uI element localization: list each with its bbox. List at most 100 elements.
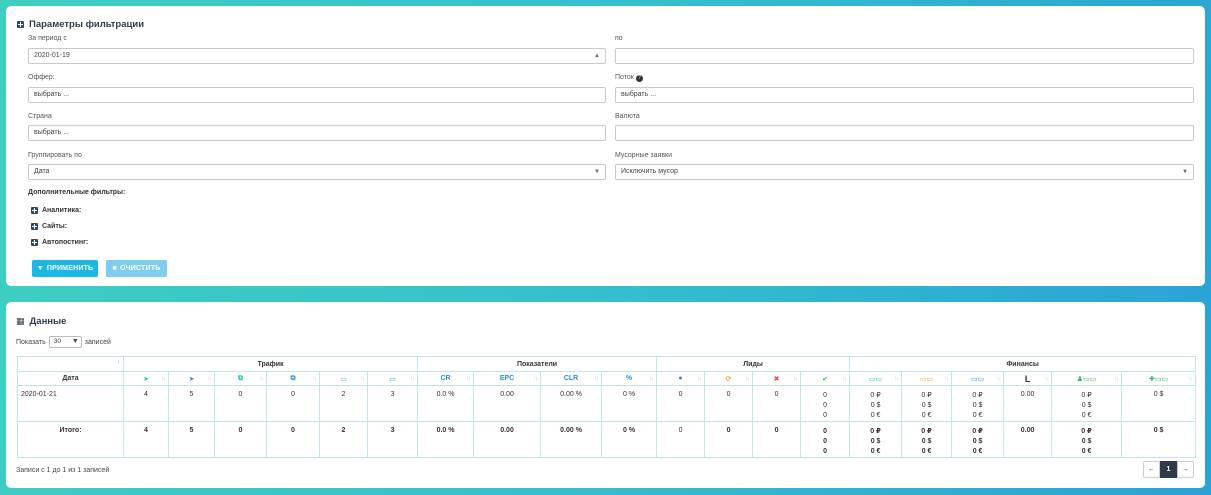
show-label: Показать <box>16 338 46 346</box>
thumbs-up-icon: ✔ <box>822 375 828 383</box>
stack-value: 0 ₽ <box>972 428 983 435</box>
period-from-input[interactable]: 2020-01-19 ▲ <box>28 48 606 64</box>
windows-icon: ⧉ <box>290 374 296 382</box>
extra-filter-autoposting[interactable]: Автопостинг: <box>31 239 88 246</box>
expand-plus-icon <box>17 21 24 28</box>
col-window-1[interactable]: ▭ ↑↓ <box>319 371 368 386</box>
stack-value: 0 € <box>921 448 932 455</box>
cell-lead: 0 <box>704 421 754 458</box>
col-leads-approved[interactable]: ✔ ↑↓ <box>800 371 851 386</box>
money-icon: ▭▭ <box>970 375 985 383</box>
filter-icon: ▼ <box>36 265 44 272</box>
offer-select[interactable]: выбрать ... <box>28 87 606 103</box>
next-page-button[interactable]: → <box>1177 461 1194 478</box>
currency-label: Валюта <box>615 113 640 120</box>
cell-finance-stack: 0 ₽ 0 $ 0 € <box>901 421 953 458</box>
stream-select[interactable]: выбрать ... <box>615 87 1194 103</box>
filters-title[interactable]: Параметры фильтрации <box>17 19 144 30</box>
col-epc[interactable]: EPC ↑↓ <box>473 371 542 386</box>
cell-traffic: 0 <box>266 421 320 458</box>
col-windows-2[interactable]: ⧉ ↑↓ <box>266 371 320 386</box>
col-date-label: Дата <box>62 375 79 382</box>
extra-filter-label: Автопостинг: <box>42 239 89 246</box>
prev-page-button[interactable]: ← <box>1143 461 1160 478</box>
extra-filter-analytics[interactable]: Аналитика: <box>31 207 81 214</box>
cell-lead: 0 <box>656 421 706 458</box>
country-placeholder: выбрать ... <box>34 129 70 136</box>
stack-value: 0 $ <box>1081 402 1092 409</box>
group-metrics: Показатели <box>417 356 658 372</box>
cursor-icon: ➤ <box>188 375 195 383</box>
stack-value: 0 ₽ <box>1081 428 1092 435</box>
stack-value: 0 <box>823 448 827 455</box>
cell-traffic: 5 <box>168 421 215 458</box>
help-icon[interactable]: ? <box>635 75 643 82</box>
col-percent[interactable]: % ↑↓ <box>601 371 658 386</box>
stack-value: 0 € <box>921 412 932 419</box>
col-leads-new[interactable]: ● ↑↓ <box>656 371 706 386</box>
stack-value: 0 <box>823 428 827 435</box>
stream-label-wrap: Поток? <box>615 74 643 82</box>
cell-lead: 0 <box>704 385 754 422</box>
trash-value: Исключить мусор <box>621 168 678 175</box>
clear-button[interactable]: ■ ОЧИСТИТЬ <box>106 260 167 277</box>
sort-icon: ↑↓ <box>944 375 949 382</box>
caret-down-icon: ▼ <box>71 338 79 345</box>
cell-finance: 0.00 <box>1003 385 1053 422</box>
page-size-select[interactable]: 30 ▼ <box>48 336 82 348</box>
col-clr[interactable]: CLR ↑↓ <box>540 371 603 386</box>
cell-lead: 0 <box>752 385 802 422</box>
col-percent-label: % <box>625 375 633 382</box>
col-windows-1[interactable]: ⧉ ↑↓ <box>214 371 267 386</box>
col-leads-hold[interactable]: ⟳ ↑↓ <box>704 371 754 386</box>
extra-filter-sites[interactable]: Сайты: <box>31 223 67 230</box>
cell-metric: 0 % <box>601 421 658 458</box>
col-cr[interactable]: CR ↑↓ <box>417 371 475 386</box>
sort-icon: ↑↓ <box>842 375 847 382</box>
col-fin-6[interactable]: ✚▭▭ ↑↓ <box>1121 371 1197 386</box>
refresh-icon: ⟳ <box>725 375 732 383</box>
col-fin-4[interactable]: L ↑↓ <box>1003 371 1053 386</box>
group-by-select[interactable]: Дата ▼ <box>28 164 606 180</box>
expand-plus-icon <box>31 223 38 230</box>
cell-metric: 0.00 <box>473 385 542 422</box>
col-clicks[interactable]: ➤ ↑↓ <box>123 371 169 386</box>
col-fin-2[interactable]: ▭▭ ↑↓ <box>901 371 953 386</box>
apply-button[interactable]: ▼ ПРИМЕНИТЬ <box>32 260 98 277</box>
col-leads-rejected[interactable]: ✖ ↑↓ <box>752 371 802 386</box>
stack-value: 0 <box>823 412 827 419</box>
cell-metric: 0.0 % <box>417 421 475 458</box>
col-fin-1[interactable]: ▭▭ ↑↓ <box>849 371 903 386</box>
col-epc-label: EPC <box>499 375 515 382</box>
cell-metric: 0.00 % <box>540 385 603 422</box>
sort-icon: ↑↓ <box>697 375 702 382</box>
cell-finance-stack: 0 ₽ 0 $ 0 € <box>849 421 903 458</box>
sort-icon[interactable]: ↕ <box>117 359 120 365</box>
col-window-2[interactable]: ▭ ↑↓ <box>366 371 419 386</box>
col-fin-5[interactable]: ♟▭▭ ↑↓ <box>1051 371 1123 386</box>
currency-select[interactable] <box>615 125 1194 141</box>
cell-lead-stack: 0 0 0 <box>800 385 851 422</box>
money-icon: ▭▭ <box>919 375 934 383</box>
col-date[interactable]: Дата <box>17 371 124 386</box>
table-row: 2020-01-21 4 5 0 0 2 3 0.0 % 0.00 0.00 %… <box>17 385 1197 422</box>
sort-icon: ↑↓ <box>466 375 471 382</box>
country-select[interactable]: выбрать ... <box>28 125 606 141</box>
period-to-input[interactable] <box>615 48 1194 64</box>
stack-value: 0 ₽ <box>870 428 881 435</box>
data-title-text: Данные <box>29 316 67 327</box>
col-clr-label: CLR <box>563 375 579 382</box>
page-button[interactable]: 1 <box>1160 461 1177 478</box>
stack-value: 0 $ <box>921 438 932 445</box>
period-from-value: 2020-01-19 <box>34 52 70 59</box>
cell-metric: 0 % <box>601 385 658 422</box>
offer-label: Оффер: <box>28 74 55 81</box>
stack-value: 0 ₽ <box>921 392 932 399</box>
cell-traffic: 2 <box>319 421 368 458</box>
stack-value: 0 $ <box>1081 438 1092 445</box>
col-fin-3[interactable]: ▭▭ ↑↓ <box>951 371 1005 386</box>
cell-total-label: Итого: <box>17 421 124 458</box>
stream-placeholder: выбрать ... <box>621 91 657 98</box>
col-unique-clicks[interactable]: ➤ ↑↓ <box>168 371 215 386</box>
trash-select[interactable]: Исключить мусор ▼ <box>615 164 1194 180</box>
